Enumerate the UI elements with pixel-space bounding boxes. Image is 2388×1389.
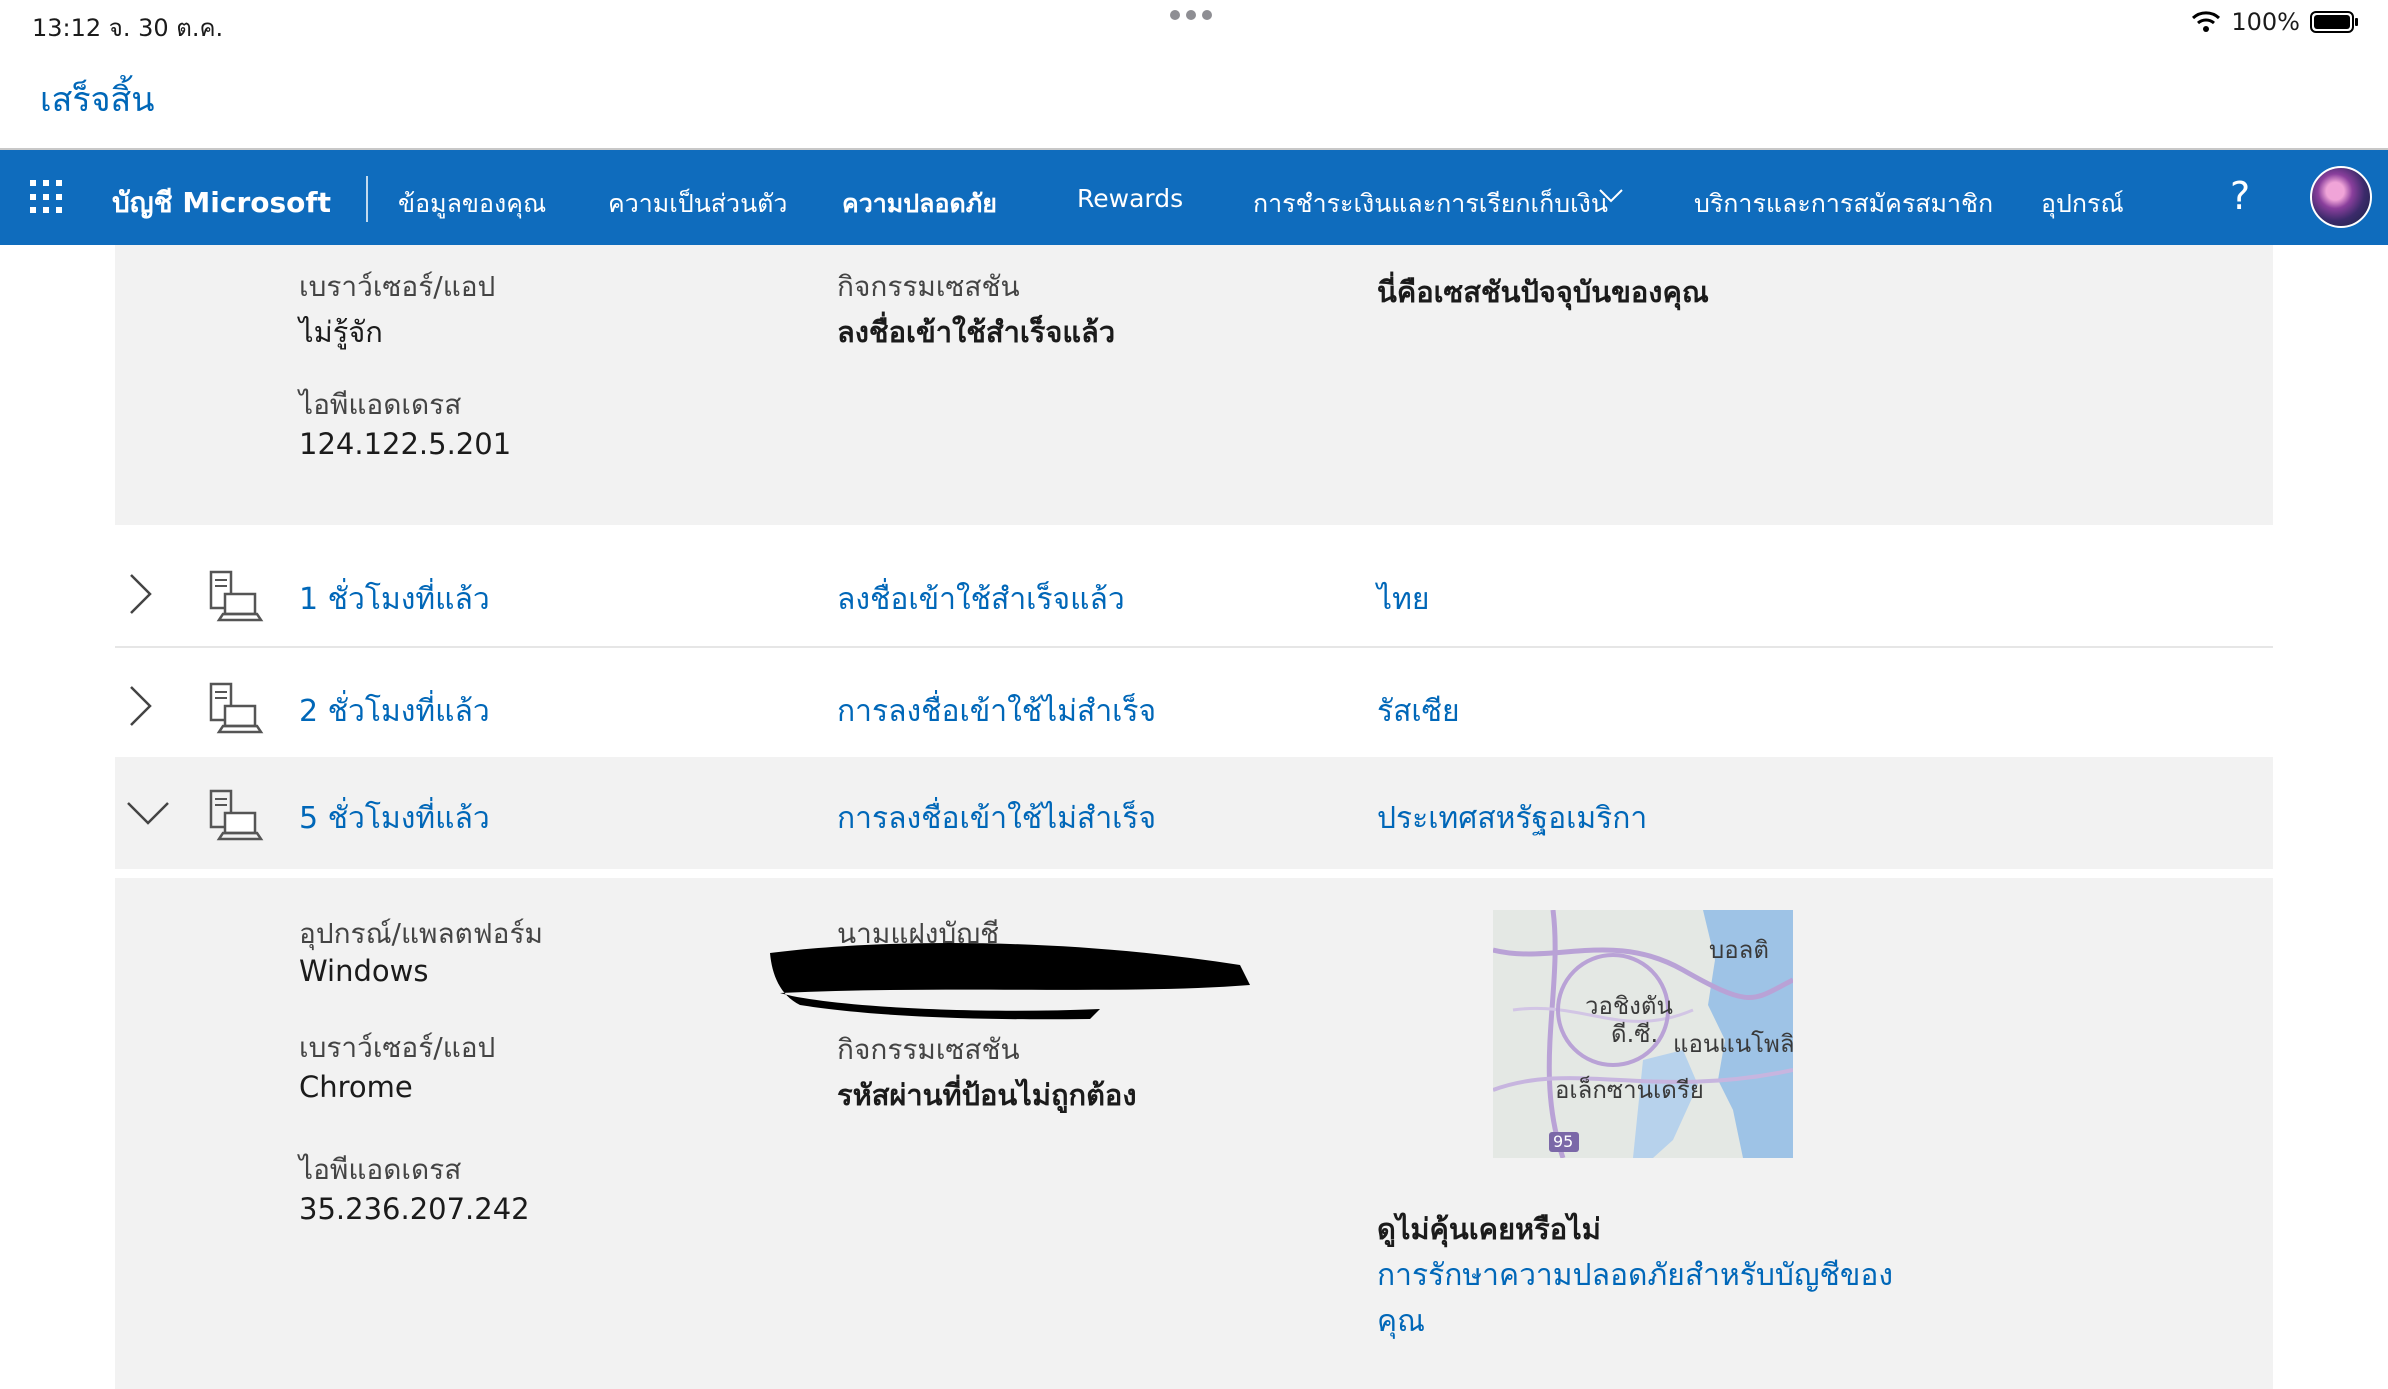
row-status[interactable]: การลงชื่อเข้าใช้ไม่สำเร็จ <box>837 795 1156 842</box>
nav-item-privacy[interactable]: ความเป็นส่วนตัว <box>608 184 787 224</box>
redaction-scribble <box>770 943 1250 1020</box>
browser-label: เบราว์เซอร์/แอป <box>299 1031 496 1064</box>
activity-label: กิจกรรมเซสชัน <box>837 1033 1020 1066</box>
row-time[interactable]: 1 ชั่วโมงที่แล้ว <box>299 576 490 623</box>
current-session-note: นี่คือเซสชันปัจจุบันของคุณ <box>1377 275 1709 309</box>
highway-shield: 95 <box>1553 1132 1574 1151</box>
app-launcher-icon[interactable] <box>30 180 64 214</box>
map-label: บอลติ <box>1709 936 1769 964</box>
help-icon[interactable]: ? <box>2230 174 2250 218</box>
map-label: ดี.ซี. <box>1611 1020 1659 1048</box>
ip-label: ไอพีแอดเดรส <box>299 1153 462 1186</box>
nav-item-rewards[interactable]: Rewards <box>1077 184 1183 213</box>
chevron-down-icon[interactable] <box>1598 188 1624 208</box>
wifi-icon <box>2191 10 2221 34</box>
chevron-right-icon[interactable] <box>125 684 155 732</box>
secure-account-link-continued[interactable]: คุณ <box>1377 1298 1425 1345</box>
map-label: อเล็กซานเดรีย <box>1555 1076 1704 1104</box>
nav-item-payment-billing[interactable]: การชำระเงินและการเรียกเก็บเงิน <box>1253 184 1608 224</box>
secure-account-link[interactable]: การรักษาความปลอดภัยสำหรับบัญชีของ <box>1377 1252 1893 1299</box>
nav-item-security[interactable]: ความปลอดภัย <box>842 184 997 224</box>
ip-value: 35.236.207.242 <box>299 1192 530 1226</box>
activity-value: ลงชื่อเข้าใช้สำเร็จแล้ว <box>837 315 1116 349</box>
top-navigation: บัญชี Microsoft ข้อมูลของคุณ ความเป็นส่ว… <box>0 148 2388 245</box>
row-time[interactable]: 5 ชั่วโมงที่แล้ว <box>299 795 490 842</box>
status-right: 100% <box>2191 8 2360 36</box>
nav-item-devices[interactable]: อุปกรณ์ <box>2041 184 2124 224</box>
battery-percent: 100% <box>2231 8 2300 36</box>
status-time: 13:12 จ. 30 ต.ค. <box>32 14 224 42</box>
computer-icon <box>207 568 267 628</box>
activity-row[interactable]: 2 ชั่วโมงที่แล้ว การลงชื่อเข้าใช้ไม่สำเร… <box>115 650 2273 760</box>
nav-item-services-subscriptions[interactable]: บริการและการสมัครสมาชิก <box>1694 184 1993 224</box>
current-session-details: เบราว์เซอร์/แอป ไม่รู้จัก กิจกรรมเซสชัน … <box>115 245 2273 525</box>
browser-value: Chrome <box>299 1070 413 1104</box>
row-status[interactable]: การลงชื่อเข้าใช้ไม่สำเร็จ <box>837 688 1156 735</box>
computer-icon <box>207 787 267 847</box>
nav-divider <box>366 176 368 222</box>
map-label: แอนแนโพลิ <box>1673 1030 1793 1058</box>
chevron-right-icon[interactable] <box>125 572 155 620</box>
row-status[interactable]: ลงชื่อเข้าใช้สำเร็จแล้ว <box>837 576 1125 623</box>
activity-row[interactable]: 1 ชั่วโมงที่แล้ว ลงชื่อเข้าใช้สำเร็จแล้ว… <box>115 538 2273 648</box>
activity-label: กิจกรรมเซสชัน <box>837 270 1020 303</box>
status-bar: 13:12 จ. 30 ต.ค. 100% <box>0 0 2388 48</box>
browser-value: ไม่รู้จัก <box>299 315 383 349</box>
row-country[interactable]: ประเทศสหรัฐอเมริกา <box>1377 795 1647 842</box>
activity-value: รหัสผ่านที่ป้อนไม่ถูกต้อง <box>837 1078 1137 1112</box>
unfamiliar-question: ดูไม่คุ้นเคยหรือไม่ <box>1377 1212 1601 1246</box>
ip-label: ไอพีแอดเดรส <box>299 388 462 421</box>
activity-row-expanded[interactable]: 5 ชั่วโมงที่แล้ว การลงชื่อเข้าใช้ไม่สำเร… <box>115 757 2273 869</box>
done-button[interactable]: เสร็จสิ้น <box>40 72 155 126</box>
row-country[interactable]: ไทย <box>1377 576 1429 623</box>
brand-title[interactable]: บัญชี Microsoft <box>112 181 331 225</box>
chevron-down-icon[interactable] <box>125 797 171 831</box>
battery-icon <box>2310 10 2360 34</box>
device-value: Windows <box>299 954 429 988</box>
nav-item-your-info[interactable]: ข้อมูลของคุณ <box>398 184 546 224</box>
computer-icon <box>207 680 267 740</box>
row-time[interactable]: 2 ชั่วโมงที่แล้ว <box>299 688 490 735</box>
location-map[interactable]: บอลติ วอชิงตัน ดี.ซี. แอนแนโพลิ อเล็กซาน… <box>1493 910 1793 1158</box>
ip-value: 124.122.5.201 <box>299 427 512 461</box>
device-label: อุปกรณ์/แพลตฟอร์ม <box>299 917 543 950</box>
row-country[interactable]: รัสเซีย <box>1377 688 1460 735</box>
avatar[interactable] <box>2310 166 2372 228</box>
browser-label: เบราว์เซอร์/แอป <box>299 270 496 303</box>
multitasking-dots-icon[interactable] <box>1170 10 1212 20</box>
